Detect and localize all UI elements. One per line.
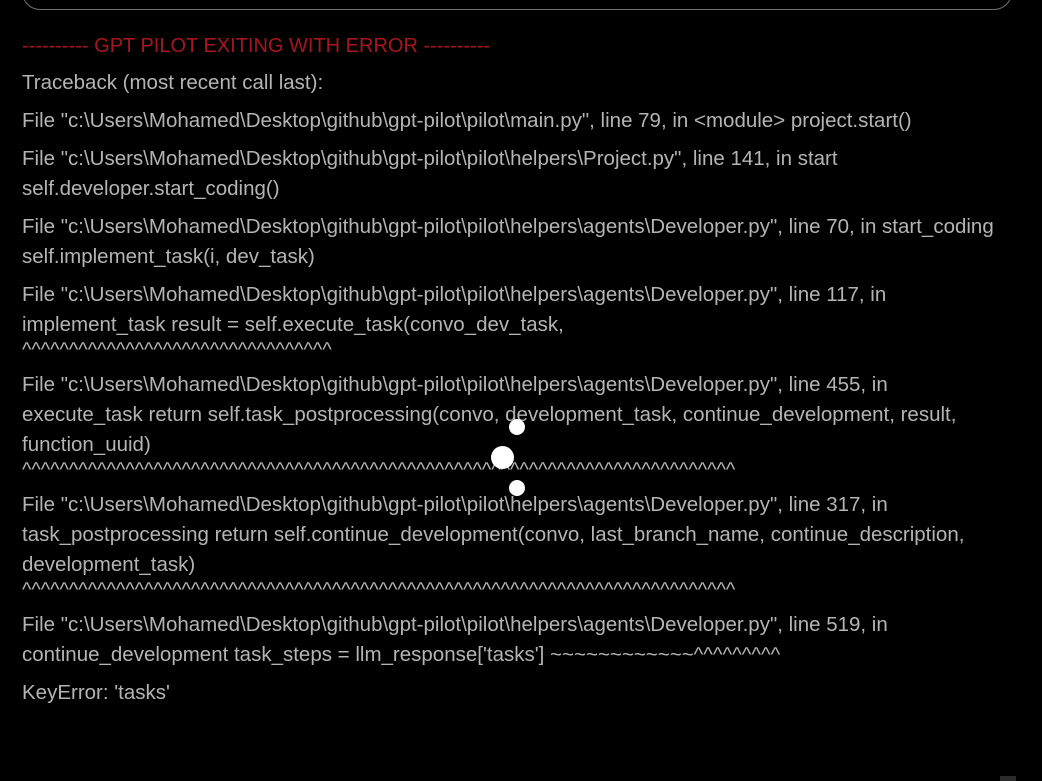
error-message: KeyError: 'tasks'	[22, 681, 170, 704]
spinner-dot	[509, 480, 525, 496]
spinner-dot	[491, 446, 514, 469]
traceback-frame-text: File "c:\Users\Mohamed\Desktop\github\gp…	[22, 493, 965, 576]
traceback-frame: File "c:\Users\Mohamed\Desktop\github\gp…	[22, 280, 1012, 362]
traceback-frame: File "c:\Users\Mohamed\Desktop\github\gp…	[22, 490, 1012, 602]
traceback-frame-text: File "c:\Users\Mohamed\Desktop\github\gp…	[22, 373, 957, 456]
spinner-dot	[509, 419, 525, 435]
input-box[interactable]	[22, 0, 1012, 10]
traceback-frame: File "c:\Users\Mohamed\Desktop\github\gp…	[22, 109, 912, 132]
scrollbar-thumb[interactable]	[1000, 776, 1016, 781]
traceback-frame: File "c:\Users\Mohamed\Desktop\github\gp…	[22, 215, 994, 268]
traceback-frame-text: File "c:\Users\Mohamed\Desktop\github\gp…	[22, 283, 887, 336]
traceback-frame: File "c:\Users\Mohamed\Desktop\github\gp…	[22, 613, 888, 666]
error-banner: ---------- GPT PILOT EXITING WITH ERROR …	[22, 35, 491, 57]
terminal-output: ---------- GPT PILOT EXITING WITH ERROR …	[22, 32, 1012, 716]
traceback-frame: File "c:\Users\Mohamed\Desktop\github\gp…	[22, 147, 838, 200]
traceback-title: Traceback (most recent call last):	[22, 71, 324, 94]
traceback-carets: ^^^^^^^^^^^^^^^^^^^^^^^^^^^^^^^^^^^^^^^^…	[22, 580, 736, 601]
traceback-carets: ^^^^^^^^^^^^^^^^^^^^^^^^^^^^^^^^^	[22, 340, 332, 361]
